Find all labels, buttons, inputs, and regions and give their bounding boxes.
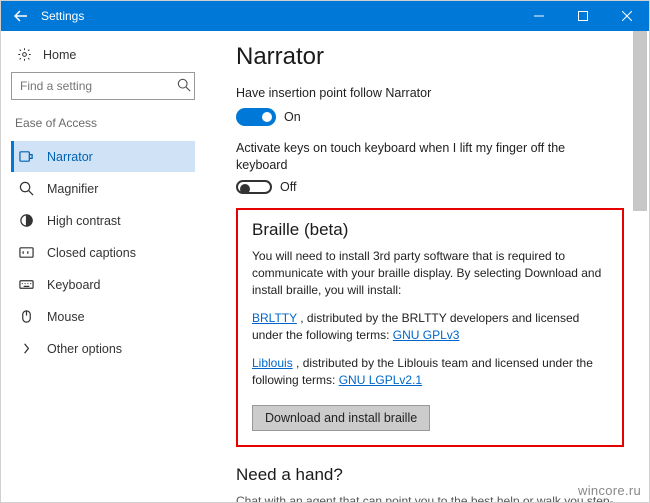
toggle-track-on (236, 108, 276, 126)
sidebar-item-label: Mouse (47, 310, 85, 324)
mouse-icon (17, 309, 35, 324)
help-text: Chat with an agent that can point you to… (236, 493, 624, 502)
sidebar-item-label: Magnifier (47, 182, 98, 196)
activate-keys-label: Activate keys on touch keyboard when I l… (236, 140, 576, 174)
titlebar: Settings (1, 1, 649, 31)
keyboard-icon (17, 277, 35, 292)
sidebar-item-high-contrast[interactable]: High contrast (11, 205, 195, 236)
search-input[interactable] (11, 72, 195, 100)
activate-keys-toggle[interactable]: Off (236, 180, 624, 194)
sidebar-item-magnifier[interactable]: Magnifier (11, 173, 195, 204)
braille-intro-text: You will need to install 3rd party softw… (252, 248, 608, 300)
help-heading: Need a hand? (236, 465, 624, 485)
sidebar-item-other-options[interactable]: Other options (11, 333, 195, 364)
sidebar: Home Ease of Access Narrator Magnifier (1, 31, 206, 502)
sidebar-item-narrator[interactable]: Narrator (11, 141, 195, 172)
app-title: Settings (41, 9, 517, 23)
toggle-state-on: On (284, 110, 301, 124)
sidebar-item-label: Other options (47, 342, 122, 356)
brltty-line: BRLTTY , distributed by the BRLTTY devel… (252, 310, 608, 345)
sidebar-item-label: High contrast (47, 214, 121, 228)
search-icon (177, 78, 191, 95)
download-install-braille-button[interactable]: Download and install braille (252, 405, 430, 431)
toggle-state-off: Off (280, 180, 296, 194)
braille-section-highlight: Braille (beta) You will need to install … (236, 208, 624, 448)
sidebar-item-keyboard[interactable]: Keyboard (11, 269, 195, 300)
narrator-icon (17, 149, 35, 164)
liblouis-text: , distributed by the Liblouis team and l… (252, 356, 593, 387)
sidebar-home-label: Home (43, 48, 76, 62)
close-button[interactable] (605, 1, 649, 31)
gplv3-link[interactable]: GNU GPLv3 (393, 328, 460, 342)
sidebar-home[interactable]: Home (11, 41, 195, 72)
back-button[interactable] (9, 4, 33, 28)
lgpl-link[interactable]: GNU LGPLv2.1 (339, 373, 422, 387)
search-field[interactable] (18, 78, 177, 94)
high-contrast-icon (17, 213, 35, 228)
liblouis-link[interactable]: Liblouis (252, 356, 293, 370)
sidebar-item-label: Narrator (47, 150, 93, 164)
minimize-button[interactable] (517, 1, 561, 31)
sidebar-item-closed-captions[interactable]: Closed captions (11, 237, 195, 268)
sidebar-item-mouse[interactable]: Mouse (11, 301, 195, 332)
magnifier-icon (17, 181, 35, 196)
toggle-track-off (236, 180, 272, 194)
sidebar-section-label: Ease of Access (11, 114, 195, 140)
window-controls (517, 1, 649, 31)
maximize-button[interactable] (561, 1, 605, 31)
content-pane: Narrator Have insertion point follow Nar… (206, 31, 649, 502)
other-options-icon (17, 341, 35, 356)
insertion-point-label: Have insertion point follow Narrator (236, 85, 624, 102)
insertion-point-toggle[interactable]: On (236, 108, 624, 126)
closed-captions-icon (17, 245, 35, 260)
page-title: Narrator (236, 43, 624, 71)
sidebar-item-label: Closed captions (47, 246, 136, 260)
watermark: wincore.ru (578, 483, 641, 498)
brltty-link[interactable]: BRLTTY (252, 311, 297, 325)
braille-heading: Braille (beta) (252, 220, 608, 240)
scrollbar-thumb[interactable] (633, 31, 647, 211)
liblouis-line: Liblouis , distributed by the Liblouis t… (252, 355, 608, 390)
sidebar-item-label: Keyboard (47, 278, 101, 292)
gear-icon (15, 47, 33, 62)
